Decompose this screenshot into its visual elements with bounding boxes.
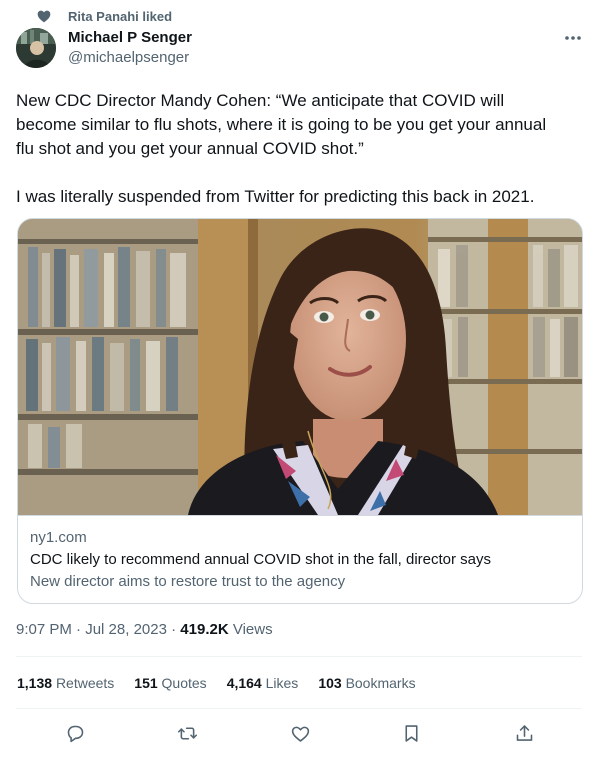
heart-icon <box>37 10 51 23</box>
more-options-button[interactable] <box>560 28 586 48</box>
link-card[interactable]: ny1.com CDC likely to recommend annual C… <box>17 218 583 604</box>
card-title: CDC likely to recommend annual COVID sho… <box>30 551 492 568</box>
bookmarks-label: Bookmarks <box>345 675 416 691</box>
reply-icon <box>67 725 83 742</box>
social-context-label: Rita Panahi liked <box>68 9 173 24</box>
likes-label: Likes <box>265 675 299 691</box>
heart-icon <box>291 726 309 742</box>
quotes-stat[interactable]: 151 Quotes <box>134 673 206 693</box>
retweet-icon <box>177 726 197 740</box>
like-button[interactable] <box>287 720 313 746</box>
card-meta: ny1.com CDC likely to recommend annual C… <box>18 515 582 603</box>
author-info: Michael P Senger @michaelpsenger <box>68 29 192 68</box>
timestamp-row: 9:07 PM · Jul 28, 2023 · 419.2K Views <box>16 620 273 640</box>
divider <box>16 708 582 709</box>
retweets-label: Retweets <box>55 675 115 691</box>
retweets-stat[interactable]: 1,138 Retweets <box>17 673 114 693</box>
retweet-button[interactable] <box>174 720 200 746</box>
card-domain: ny1.com <box>30 529 87 546</box>
share-icon <box>516 724 532 741</box>
likes-count: 4,164 <box>226 675 262 691</box>
views-count: 419.2K <box>180 621 229 638</box>
avatar[interactable] <box>16 28 56 68</box>
separator: · <box>71 621 86 638</box>
retweets-count: 1,138 <box>17 675 53 691</box>
more-icon <box>565 36 581 40</box>
bookmark-icon <box>404 724 418 742</box>
action-bar <box>0 720 598 746</box>
divider <box>16 656 582 657</box>
tweet-paragraph: New CDC Director Mandy Cohen: “We antici… <box>16 91 547 158</box>
tweet-date[interactable]: Jul 28, 2023 <box>85 621 167 638</box>
card-image <box>18 219 582 515</box>
stats-row: 1,138 Retweets 151 Quotes 4,164 Likes 10… <box>17 673 436 693</box>
tweet-time[interactable]: 9:07 PM <box>16 621 72 638</box>
tweet-text: New CDC Director Mandy Cohen: “We antici… <box>16 89 582 209</box>
views-label: Views <box>232 621 273 638</box>
quotes-label: Quotes <box>161 675 207 691</box>
bookmarks-stat[interactable]: 103 Bookmarks <box>318 673 415 693</box>
bookmarks-count: 103 <box>318 675 342 691</box>
separator: · <box>166 621 181 638</box>
user-handle[interactable]: @michaelpsenger <box>68 48 192 68</box>
display-name[interactable]: Michael P Senger <box>68 29 192 47</box>
quotes-count: 151 <box>134 675 158 691</box>
share-button[interactable] <box>511 720 537 746</box>
likes-stat[interactable]: 4,164 Likes <box>227 673 299 693</box>
bookmark-button[interactable] <box>398 720 424 746</box>
tweet-paragraph: I was literally suspended from Twitter f… <box>16 187 535 206</box>
reply-button[interactable] <box>62 720 88 746</box>
card-description: New director aims to restore trust to th… <box>30 573 346 590</box>
